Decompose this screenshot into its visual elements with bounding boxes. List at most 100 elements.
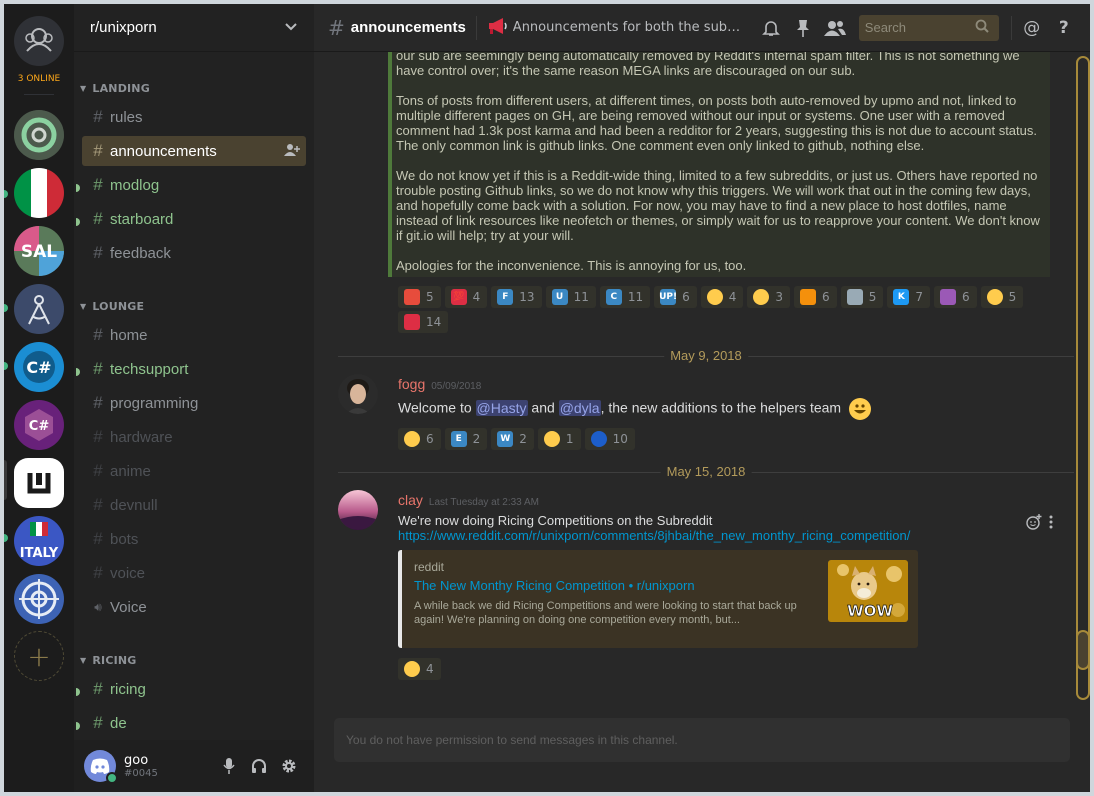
add-server-button[interactable]: + — [14, 631, 64, 681]
svg-text:SAL: SAL — [21, 242, 57, 262]
channel-voice-text[interactable]: # voice — [82, 558, 306, 588]
quote-paragraph: We do not know yet if this is a Reddit-w… — [396, 168, 1040, 243]
category-lounge[interactable]: ▼ LOUNGE — [80, 300, 144, 313]
channel-modlog[interactable]: # modlog — [82, 170, 306, 200]
reaction-button[interactable]: 6 — [398, 428, 441, 450]
reaction-button[interactable]: U 11 — [545, 286, 596, 308]
server-icon-csharp-purple[interactable]: C# — [14, 400, 64, 450]
reaction-button[interactable]: E2 — [444, 428, 488, 450]
server-icon-crosshair[interactable] — [14, 574, 64, 624]
hash-icon: # — [93, 529, 103, 548]
plus-icon: + — [27, 639, 51, 673]
channel-techsupport[interactable]: # techsupport — [82, 354, 306, 384]
unread-pill — [4, 304, 8, 312]
reaction-button[interactable]: F 13 — [491, 286, 542, 308]
reaction-button[interactable]: 14 — [398, 311, 449, 333]
reaction-button[interactable]: 5 — [980, 286, 1024, 308]
channel-announcements[interactable]: # announcements — [82, 136, 306, 166]
channel-topic[interactable]: Announcements for both the subreddit and… — [513, 20, 745, 35]
channel-feedback[interactable]: # feedback — [82, 238, 306, 268]
reaction-button[interactable]: 10 — [584, 428, 635, 450]
channel-ricing[interactable]: # ricing — [82, 674, 306, 704]
reaction-button[interactable]: 3 — [747, 286, 791, 308]
channel-label: rules — [110, 108, 143, 126]
category-ricing[interactable]: ▼ RICING — [80, 654, 137, 667]
message-timestamp: Last Tuesday at 2:33 AM — [428, 497, 539, 508]
channel-bots[interactable]: # bots — [82, 524, 306, 554]
home-button[interactable] — [14, 16, 64, 66]
hash-icon: # — [93, 393, 103, 412]
reaction-count: 6 — [682, 290, 690, 304]
reaction-button[interactable]: 4 — [398, 658, 441, 680]
reaction-button[interactable]: 1 — [537, 428, 581, 450]
channel-label: bots — [110, 530, 139, 548]
server-icon-italy[interactable] — [14, 168, 64, 218]
reaction-button[interactable]: K7 — [887, 286, 930, 308]
user-mention[interactable]: @dyla — [558, 399, 601, 416]
channel-sidebar: r/unixporn ▼ LANDING # rules # announcement… — [74, 4, 314, 792]
message-list: our sub are seemingly being automaticall… — [314, 52, 1090, 704]
server-icon-ring[interactable] — [14, 110, 64, 160]
member-list-button[interactable] — [819, 12, 851, 44]
server-icon-compass[interactable] — [14, 284, 64, 334]
channel-hardware[interactable]: # hardware — [82, 422, 306, 452]
date-label: May 15, 2018 — [660, 464, 752, 479]
headphones-icon — [252, 759, 266, 773]
reaction-button[interactable]: 5 — [840, 286, 884, 308]
avatar-fogg[interactable] — [338, 374, 378, 414]
up-button-icon: UP! — [659, 289, 677, 305]
help-button[interactable]: ? — [1048, 12, 1080, 44]
search-box[interactable] — [858, 14, 999, 41]
channel-devnull[interactable]: # devnull — [82, 490, 306, 520]
guild-header[interactable]: r/unixporn — [74, 4, 314, 52]
category-label: RICING — [92, 654, 137, 667]
server-icon-unixporn[interactable] — [14, 458, 64, 508]
reaction-button[interactable]: C 11 — [599, 286, 651, 308]
svg-text:C#: C# — [26, 358, 51, 377]
author-name[interactable]: clay — [398, 492, 423, 508]
more-options-button[interactable] — [1048, 514, 1054, 534]
user-panel: goo #0045 — [74, 740, 314, 792]
reaction-count: 2 — [472, 432, 481, 446]
embed-thumbnail[interactable]: WOW — [828, 560, 908, 622]
add-reaction-button[interactable] — [1026, 514, 1042, 534]
reaction-button[interactable]: 💯 4 — [444, 286, 488, 308]
channel-title: announcements — [350, 19, 466, 36]
reaction-button[interactable]: 6 — [794, 286, 837, 308]
mute-button[interactable] — [214, 751, 244, 781]
reaction-button[interactable]: UP! 6 — [654, 286, 697, 308]
server-icon-italy-text[interactable]: ITALY — [14, 516, 64, 566]
scrollbar-track[interactable] — [1076, 56, 1090, 700]
category-landing[interactable]: ▼ LANDING — [80, 82, 150, 95]
channel-home[interactable]: # home — [82, 320, 306, 350]
avatar[interactable] — [84, 750, 118, 784]
channel-starboard[interactable]: # starboard — [82, 204, 306, 234]
mentions-button[interactable]: @ — [1016, 12, 1048, 44]
deafen-button[interactable] — [244, 751, 274, 781]
channel-de[interactable]: # de — [82, 708, 306, 738]
author-name[interactable]: fogg — [398, 376, 425, 392]
notifications-button[interactable] — [755, 12, 787, 44]
scrollbar-thumb[interactable] — [1076, 630, 1090, 670]
message-author[interactable]: fogg 05/09/2018 — [398, 376, 481, 392]
user-mention[interactable]: @Hasty — [475, 399, 528, 416]
reaction-button[interactable]: 4 — [700, 286, 744, 308]
channel-voice[interactable]: 🔊︎ Voice — [82, 592, 306, 622]
message-link[interactable]: https://www.reddit.com/r/unixporn/commen… — [398, 528, 910, 543]
settings-button[interactable] — [274, 751, 304, 781]
server-icon-sal[interactable]: SAL — [14, 226, 64, 276]
channel-programming[interactable]: # programming — [82, 388, 306, 418]
reaction-button[interactable]: 5 — [398, 286, 441, 308]
date-divider: May 15, 2018 — [338, 464, 1074, 479]
channel-label: home — [110, 326, 148, 344]
channel-anime[interactable]: # anime — [82, 456, 306, 486]
add-member-icon[interactable] — [284, 143, 300, 160]
reaction-button[interactable]: W2 — [491, 428, 534, 450]
search-input[interactable] — [864, 20, 975, 35]
reaction-button[interactable]: 6 — [933, 286, 977, 308]
channel-rules[interactable]: # rules — [82, 102, 306, 132]
avatar-clay[interactable] — [338, 490, 378, 530]
server-icon-csharp-blue[interactable]: C# — [14, 342, 64, 392]
message-author[interactable]: clay Last Tuesday at 2:33 AM — [398, 492, 539, 508]
pinned-messages-button[interactable] — [787, 12, 819, 44]
